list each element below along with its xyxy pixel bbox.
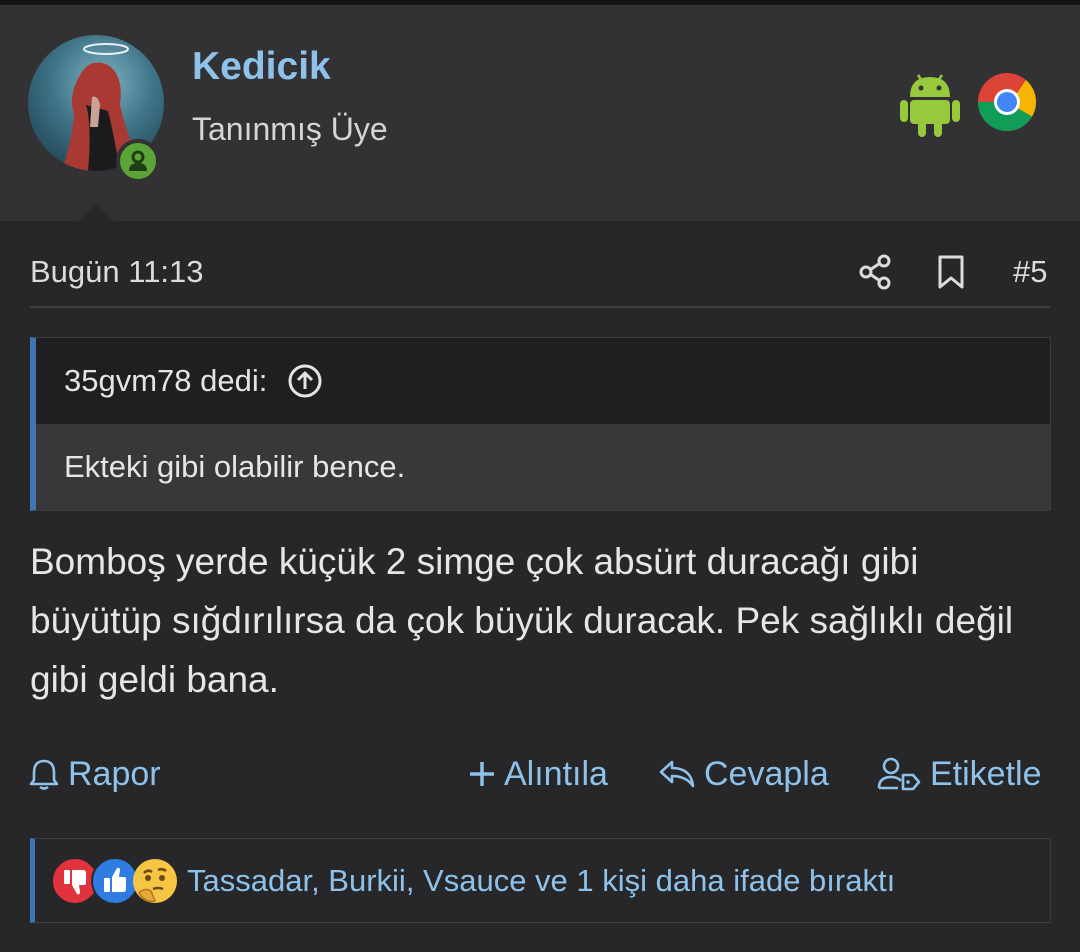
user-title: Tanınmış Üye	[192, 111, 388, 147]
report-button[interactable]: Rapor	[28, 752, 161, 796]
divider	[30, 306, 1050, 308]
tag-label: Etiketle	[930, 754, 1042, 793]
quote-header[interactable]: 35gvm78 dedi:	[36, 338, 1050, 424]
arrow-up-circle-icon[interactable]	[287, 363, 323, 399]
quote-block: 35gvm78 dedi: Ekteki gibi olabilir bence…	[30, 337, 1051, 511]
quote-label: Alıntıla	[504, 754, 608, 793]
quote-button[interactable]: Alıntıla	[468, 752, 608, 796]
tag-button[interactable]: Etiketle	[876, 752, 1042, 796]
user-icon	[129, 150, 147, 171]
reply-label: Cevapla	[704, 754, 829, 793]
bell-icon	[29, 759, 59, 790]
report-label: Rapor	[68, 754, 161, 793]
online-status-badge	[116, 139, 160, 183]
avatar[interactable]	[28, 35, 164, 183]
user-tag-icon	[877, 757, 921, 791]
reaction-summary[interactable]: Tassadar, Burkii, Vsauce ve 1 kişi daha …	[187, 863, 895, 899]
share-icon[interactable]	[858, 254, 894, 290]
user-header: Kedicik Tanınmış Üye	[0, 5, 1080, 227]
reaction-icons	[51, 856, 181, 905]
chrome-icon	[977, 73, 1037, 132]
username[interactable]: Kedicik	[192, 45, 331, 89]
reply-button[interactable]: Cevapla	[658, 752, 829, 796]
android-icon	[900, 74, 960, 137]
plus-icon	[470, 762, 494, 786]
thinking-face-icon	[133, 858, 177, 903]
reactions-bar[interactable]: Tassadar, Burkii, Vsauce ve 1 kişi daha …	[30, 838, 1051, 923]
bookmark-icon[interactable]	[936, 254, 966, 290]
header-pointer	[72, 203, 120, 227]
quote-author: 35gvm78 dedi:	[64, 363, 268, 398]
quote-text: Ekteki gibi olabilir bence.	[36, 424, 1050, 510]
post-number[interactable]: #5	[1013, 254, 1047, 290]
reply-arrow-icon	[659, 760, 695, 788]
post-date[interactable]: Bugün 11:13	[30, 254, 204, 290]
post-message: Bomboş yerde küçük 2 simge çok absürt du…	[30, 541, 1014, 700]
